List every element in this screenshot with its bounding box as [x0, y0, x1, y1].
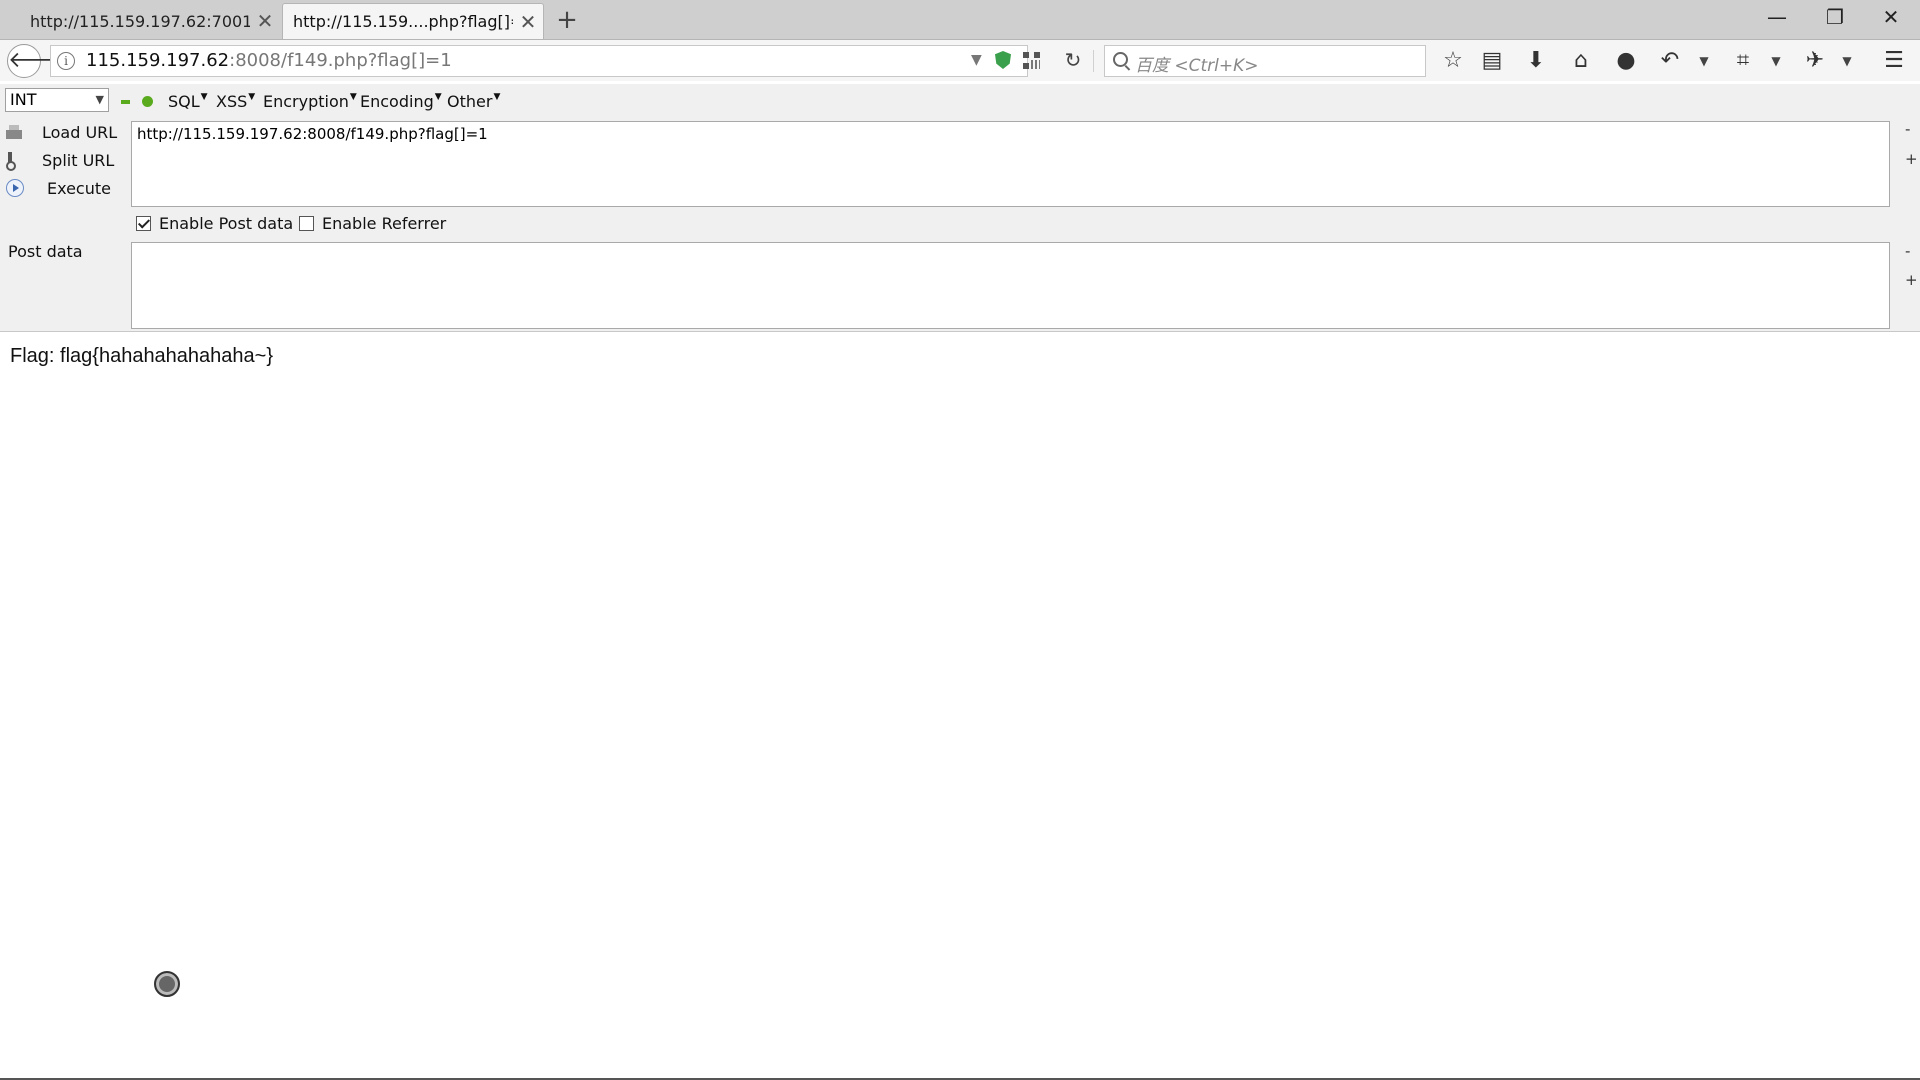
tab-inactive[interactable]: http://115.159.197.62:7001/ ✕	[0, 3, 280, 39]
type-select[interactable]: INT ▼	[5, 88, 109, 112]
url-textarea[interactable]: http://115.159.197.62:8008/f149.php?flag…	[131, 121, 1890, 207]
search-icon	[1113, 52, 1128, 67]
cursor-indicator	[154, 971, 180, 997]
chevron-down-icon: ▼	[349, 92, 357, 102]
search-bar[interactable]: 百度 <Ctrl+K>	[1104, 45, 1426, 77]
nav-bar: 🡐 i 115.159.197.62:8008/f149.php?flag[]=…	[0, 40, 1920, 81]
post-shrink-button[interactable]: -	[1905, 242, 1910, 260]
divider	[1093, 50, 1094, 72]
hackbar-toolbar: INT ▼ SQL▼ XSS▼ Encryption▼ Encoding▼ Ot…	[0, 84, 1920, 118]
increase-icon[interactable]	[142, 96, 153, 107]
url-history-dropdown-icon[interactable]: ▼	[971, 52, 982, 68]
enable-post-label: Enable Post data	[159, 214, 294, 233]
menu-other[interactable]: Other▼	[447, 92, 500, 111]
undo-icon[interactable]: ↶	[1655, 46, 1685, 76]
post-data-label: Post data	[8, 242, 83, 261]
info-icon[interactable]: i	[57, 52, 75, 70]
post-expand-button[interactable]: +	[1905, 271, 1918, 289]
screenshot-icon[interactable]: ⌗	[1728, 46, 1758, 76]
enable-referrer-label: Enable Referrer	[322, 214, 447, 233]
split-url-button[interactable]: Split URL	[0, 148, 114, 172]
menu-label: Other	[447, 92, 493, 111]
enable-referrer-checkbox[interactable]	[299, 216, 314, 231]
chat-icon[interactable]: ●	[1611, 46, 1641, 76]
post-data-textarea[interactable]	[131, 242, 1890, 329]
chevron-down-icon: ▼	[95, 93, 104, 106]
download-icon[interactable]: ⬇	[1521, 46, 1551, 76]
split-icon	[4, 150, 26, 171]
chevron-down-icon: ▼	[248, 92, 256, 102]
close-window-button[interactable]: ✕	[1862, 0, 1920, 36]
chevron-down-icon: ▼	[493, 92, 501, 102]
menu-encryption[interactable]: Encryption▼	[263, 92, 357, 111]
execute-label: Execute	[47, 178, 111, 198]
tab-active[interactable]: http://115.159....php?flag[]=1 ✕	[282, 3, 544, 39]
bookmark-star-icon[interactable]: ☆	[1438, 46, 1468, 76]
tab-title: http://115.159....php?flag[]=1	[293, 12, 513, 31]
execute-icon	[6, 179, 24, 197]
shield-icon[interactable]	[995, 51, 1011, 69]
screenshot-dropdown-icon[interactable]: ▼	[1769, 46, 1783, 76]
restore-button[interactable]: ❐	[1806, 0, 1864, 36]
split-url-label: Split URL	[42, 150, 115, 170]
chevron-down-icon: ▼	[200, 92, 208, 102]
reading-list-icon[interactable]: ▤	[1477, 46, 1507, 76]
enable-referrer-toggle[interactable]: Enable Referrer	[299, 214, 446, 233]
url-text[interactable]: 115.159.197.62:8008/f149.php?flag[]=1	[86, 50, 452, 71]
menu-label: Encryption	[263, 92, 349, 111]
enable-post-toggle[interactable]: Enable Post data	[136, 214, 293, 233]
menu-xss[interactable]: XSS▼	[216, 92, 255, 111]
url-path: :8008/f149.php?flag[]=1	[229, 50, 452, 71]
undo-dropdown-icon[interactable]: ▼	[1697, 46, 1711, 76]
menu-encoding[interactable]: Encoding▼	[360, 92, 442, 111]
menu-label: XSS	[216, 92, 248, 111]
menu-label: Encoding	[360, 92, 434, 111]
menu-label: SQL	[168, 92, 200, 111]
tab-title: http://115.159.197.62:7001/	[30, 11, 250, 31]
qr-code-icon[interactable]	[1023, 52, 1040, 69]
url-shrink-button[interactable]: -	[1905, 120, 1910, 138]
home-icon[interactable]: ⌂	[1566, 46, 1596, 76]
extension-icon[interactable]: ✈	[1800, 46, 1830, 76]
close-icon[interactable]: ✕	[250, 9, 280, 33]
menu-sql[interactable]: SQL▼	[168, 92, 208, 111]
reload-icon[interactable]: ↻	[1060, 46, 1086, 74]
decrease-icon[interactable]	[121, 100, 130, 104]
search-placeholder: 百度 <Ctrl+K>	[1135, 56, 1259, 76]
tab-strip: http://115.159.197.62:7001/ ✕ http://115…	[0, 0, 1920, 40]
enable-post-checkbox[interactable]	[136, 216, 151, 231]
load-url-button[interactable]: Load URL	[0, 120, 117, 144]
back-button[interactable]: 🡐	[7, 44, 67, 78]
hackbar-panel: Load URL Split URL Execute http://115.15…	[0, 118, 1920, 332]
menu-icon[interactable]: ☰	[1879, 46, 1909, 76]
execute-button[interactable]: Execute	[0, 176, 111, 200]
close-icon[interactable]: ✕	[513, 10, 543, 34]
extension-dropdown-icon[interactable]: ▼	[1840, 46, 1854, 76]
load-icon	[4, 122, 26, 142]
url-expand-button[interactable]: +	[1905, 150, 1918, 168]
chevron-down-icon: ▼	[434, 92, 442, 102]
url-bar[interactable]: i 115.159.197.62:8008/f149.php?flag[]=1 …	[50, 45, 1040, 77]
url-host: 115.159.197.62	[86, 50, 230, 71]
load-url-label: Load URL	[42, 122, 118, 142]
new-tab-button[interactable]: +	[552, 5, 582, 35]
flag-text: Flag: flag{hahahahahahaha~}	[10, 345, 274, 367]
minimize-button[interactable]: —	[1748, 0, 1806, 36]
type-select-value: INT	[10, 90, 37, 109]
